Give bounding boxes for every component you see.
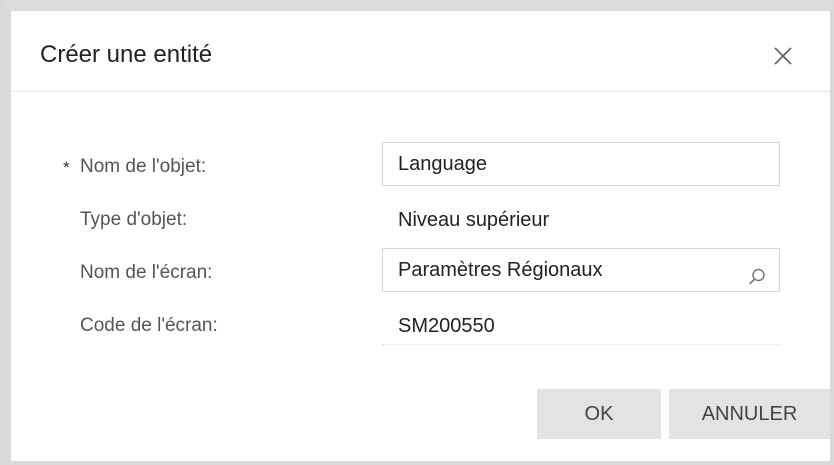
divider bbox=[382, 344, 780, 345]
dialog-title: Créer une entité bbox=[40, 41, 213, 68]
screen-code-label: Code de l'écran: bbox=[80, 315, 218, 336]
dialog-header: Créer une entité bbox=[11, 11, 830, 92]
object-type-value: Niveau supérieur bbox=[398, 209, 550, 231]
screen-name-selector[interactable]: Paramètres Régionaux bbox=[382, 248, 780, 292]
screen-name-label: Nom de l'écran: bbox=[80, 262, 213, 283]
required-marker: * bbox=[63, 158, 70, 177]
create-entity-dialog: Créer une entité * Nom de l'objet: Langu… bbox=[0, 0, 834, 465]
screen-name-value: Paramètres Régionaux bbox=[398, 259, 603, 281]
object-name-row: * Nom de l'objet: Language bbox=[11, 142, 830, 190]
cancel-button[interactable]: ANNULER bbox=[669, 389, 830, 439]
ok-button[interactable]: OK bbox=[537, 389, 661, 439]
screen-code-row: Code de l'écran: SM200550 bbox=[11, 301, 830, 349]
screen-code-value: SM200550 bbox=[398, 315, 495, 337]
object-type-row: Type d'objet: Niveau supérieur bbox=[11, 195, 830, 243]
object-name-label: Nom de l'objet: bbox=[80, 156, 207, 177]
object-name-input[interactable]: Language bbox=[382, 142, 780, 186]
search-icon[interactable] bbox=[747, 260, 767, 285]
screen-name-row: Nom de l'écran: Paramètres Régionaux bbox=[11, 248, 830, 296]
close-icon[interactable] bbox=[771, 44, 795, 68]
object-type-label: Type d'objet: bbox=[80, 209, 188, 230]
